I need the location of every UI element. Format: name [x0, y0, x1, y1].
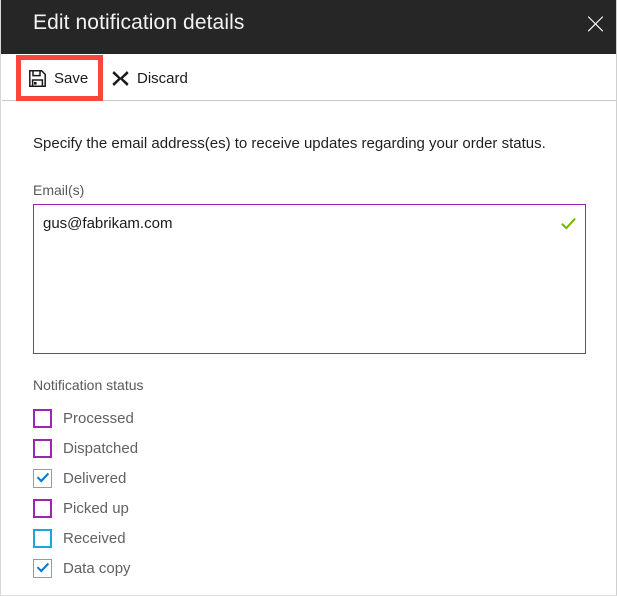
checkbox-label-received: Received	[63, 530, 126, 547]
email-field-label: Email(s)	[33, 182, 84, 198]
email-field-container[interactable]	[33, 204, 586, 354]
close-icon	[587, 15, 604, 32]
checkbox-dispatched[interactable]	[33, 439, 52, 458]
notification-status-list: Processed Dispatched Delivered P	[33, 403, 333, 583]
checkbox-row-data-copy[interactable]: Data copy	[33, 553, 333, 583]
checkbox-processed[interactable]	[33, 409, 52, 428]
checkbox-received[interactable]	[33, 529, 52, 548]
checkbox-data-copy[interactable]	[33, 559, 52, 578]
page-title: Edit notification details	[33, 11, 244, 35]
checkbox-picked-up[interactable]	[33, 499, 52, 518]
checkbox-delivered[interactable]	[33, 469, 52, 488]
checkmark-icon	[36, 472, 50, 484]
save-button-label: Save	[54, 70, 88, 87]
discard-button-label: Discard	[137, 70, 188, 87]
checkbox-row-received[interactable]: Received	[33, 523, 333, 553]
close-button[interactable]	[572, 0, 617, 46]
checkbox-label-processed: Processed	[63, 410, 134, 427]
email-input[interactable]	[43, 214, 543, 234]
edit-notification-dialog: Edit notification details Save	[0, 0, 617, 596]
x-cross-icon	[111, 69, 129, 87]
green-checkmark-icon	[559, 215, 577, 233]
checkbox-row-processed[interactable]: Processed	[33, 403, 333, 433]
dialog-body: Specify the email address(es) to receive…	[1, 101, 617, 596]
save-button[interactable]: Save	[16, 55, 103, 101]
checkbox-label-data-copy: Data copy	[63, 560, 131, 577]
discard-button[interactable]: Discard	[111, 55, 188, 101]
description-text: Specify the email address(es) to receive…	[33, 135, 546, 152]
checkbox-row-picked-up[interactable]: Picked up	[33, 493, 333, 523]
notification-status-label: Notification status	[33, 377, 144, 393]
save-floppy-icon	[28, 69, 46, 87]
dialog-title-bar: Edit notification details	[1, 0, 617, 54]
checkbox-row-dispatched[interactable]: Dispatched	[33, 433, 333, 463]
checkmark-icon	[36, 562, 50, 574]
save-button-content: Save	[21, 69, 88, 87]
checkbox-label-delivered: Delivered	[63, 470, 126, 487]
checkbox-row-delivered[interactable]: Delivered	[33, 463, 333, 493]
checkbox-label-picked-up: Picked up	[63, 500, 129, 517]
checkbox-label-dispatched: Dispatched	[63, 440, 138, 457]
